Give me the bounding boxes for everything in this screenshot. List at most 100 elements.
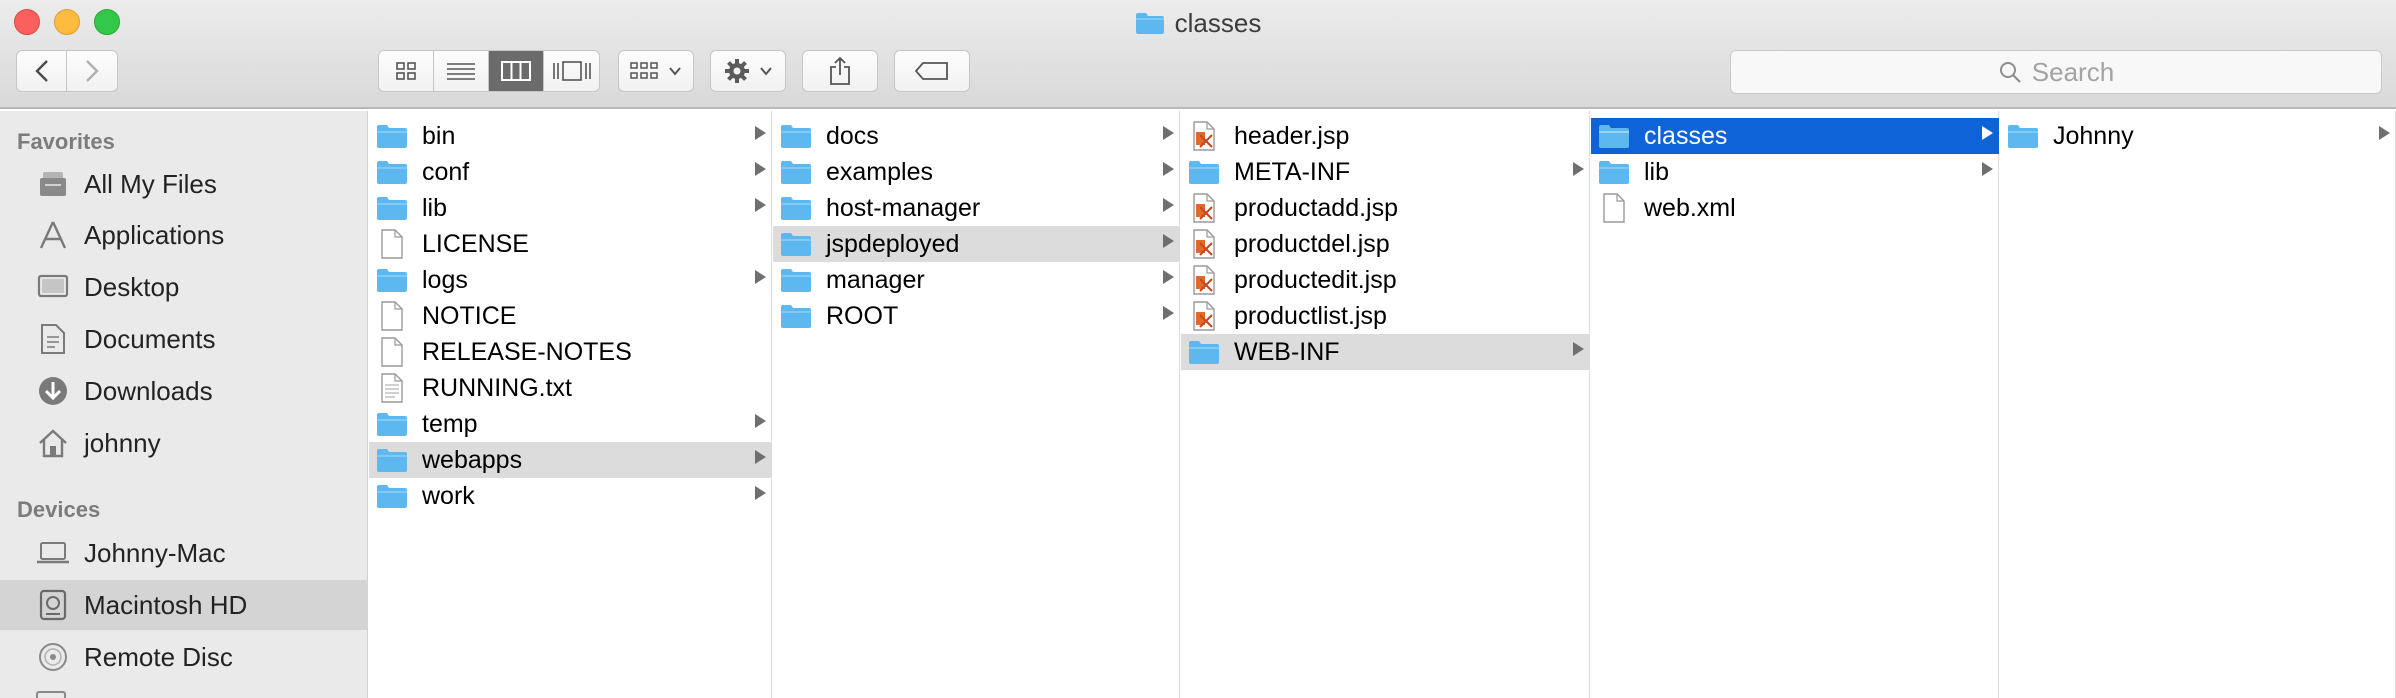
folder-icon <box>780 302 812 330</box>
share-icon <box>830 56 850 85</box>
document-icon <box>376 229 408 259</box>
folder-row[interactable]: docs <box>773 118 1180 154</box>
folder-icon <box>2007 122 2039 150</box>
folder-row[interactable]: ROOT <box>773 298 1180 334</box>
file-row[interactable]: web.xml <box>1591 190 1999 226</box>
sidebar-item-johnny-mac[interactable]: Johnny-Mac <box>0 528 368 578</box>
item-name: webapps <box>422 445 523 474</box>
file-row[interactable]: RELEASE-NOTES <box>369 334 772 370</box>
folder-row[interactable]: META-INF <box>1181 154 1590 190</box>
folder-row[interactable]: classes <box>1591 118 1999 154</box>
item-name: header.jsp <box>1234 121 1350 150</box>
sidebar-item-label: Macintosh HD <box>84 589 248 620</box>
folder-icon <box>1598 122 1630 150</box>
gear-icon <box>725 59 749 83</box>
tag-icon <box>914 62 948 80</box>
file-row[interactable]: productadd.jsp <box>1181 190 1590 226</box>
sidebar-item-desktop[interactable]: Desktop <box>0 262 368 312</box>
sidebar-item-macintosh-hd[interactable]: Macintosh HD <box>0 580 368 630</box>
folder-row[interactable]: manager <box>773 262 1180 298</box>
column-view-button[interactable] <box>489 51 544 91</box>
sidebar-item-label: Documents <box>84 323 216 354</box>
sidebar-partial-item <box>36 691 66 698</box>
sidebar-item-all-my-files[interactable]: All My Files <box>0 159 368 209</box>
item-name: temp <box>422 409 478 438</box>
file-row[interactable]: RUNNING.txt <box>369 370 772 406</box>
browser-column-5[interactable]: Johnny <box>2000 111 2396 698</box>
jsp-file-icon <box>1188 193 1220 223</box>
file-row[interactable]: header.jsp <box>1181 118 1590 154</box>
folder-row[interactable]: WEB-INF <box>1181 334 1590 370</box>
list-icon <box>447 63 475 80</box>
file-row[interactable]: productlist.jsp <box>1181 298 1590 334</box>
folder-row[interactable]: conf <box>369 154 772 190</box>
arrange-grid-icon <box>630 62 658 79</box>
item-name: RELEASE-NOTES <box>422 337 632 366</box>
item-name: conf <box>422 157 470 186</box>
arrange-menu-button[interactable] <box>618 50 694 92</box>
downloads-icon <box>36 374 70 408</box>
back-button[interactable] <box>17 51 67 91</box>
item-name: web.xml <box>1644 193 1736 222</box>
chevron-left-icon <box>34 60 48 82</box>
jsp-file-icon <box>1188 121 1220 151</box>
text-file-icon <box>376 373 408 403</box>
window-title-text: classes <box>1174 8 1262 38</box>
folder-row[interactable]: lib <box>369 190 772 226</box>
folder-row[interactable]: bin <box>369 118 772 154</box>
file-row[interactable]: LICENSE <box>369 226 772 262</box>
file-row[interactable]: NOTICE <box>369 298 772 334</box>
applications-icon <box>36 218 70 252</box>
cover-flow-icon <box>552 61 591 81</box>
item-name: logs <box>422 265 468 294</box>
sidebar-item-downloads[interactable]: Downloads <box>0 366 368 416</box>
browser-column-3[interactable]: header.jsp META-INF productadd.jsp productd… <box>1181 111 1590 698</box>
disclosure-arrow-icon <box>2379 126 2390 140</box>
folder-row[interactable]: work <box>369 478 772 514</box>
disclosure-arrow-icon <box>1163 270 1174 284</box>
item-name: work <box>422 481 475 510</box>
folder-row[interactable]: host-manager <box>773 190 1180 226</box>
item-name: lib <box>1644 157 1670 186</box>
folder-icon <box>1188 338 1220 366</box>
cover-flow-view-button[interactable] <box>544 51 599 91</box>
list-view-button[interactable] <box>434 51 489 91</box>
folder-icon <box>376 158 408 186</box>
search-field[interactable]: Search <box>1730 50 2382 94</box>
action-menu-button[interactable] <box>710 50 786 92</box>
item-name: Johnny <box>2053 121 2134 150</box>
jsp-file-icon <box>1188 301 1220 331</box>
disclosure-arrow-icon <box>1163 306 1174 320</box>
item-name: productadd.jsp <box>1234 193 1399 222</box>
file-row[interactable]: productdel.jsp <box>1181 226 1590 262</box>
desktop-icon <box>36 270 70 304</box>
sidebar-item-remote-disc[interactable]: Remote Disc <box>0 632 368 682</box>
sidebar-item-johnny[interactable]: johnny <box>0 418 368 468</box>
jsp-file-icon <box>1188 229 1220 259</box>
item-name: productdel.jsp <box>1234 229 1390 258</box>
item-name: host-manager <box>826 193 981 222</box>
browser-column-2[interactable]: docs examples host-manager jspdeployed manag… <box>773 111 1180 698</box>
share-button[interactable] <box>802 50 878 92</box>
folder-icon <box>376 410 408 438</box>
forward-button[interactable] <box>67 51 117 91</box>
sidebar-item-label: Applications <box>84 219 225 250</box>
folder-icon <box>376 446 408 474</box>
folder-row[interactable]: jspdeployed <box>773 226 1180 262</box>
file-row[interactable]: productedit.jsp <box>1181 262 1590 298</box>
sidebar-item-applications[interactable]: Applications <box>0 210 368 260</box>
folder-row[interactable]: Johnny <box>2000 118 2396 154</box>
jsp-file-icon <box>1188 265 1220 295</box>
browser-column-1[interactable]: bin conf lib LICENSE logs NOTICE RELEASE-NOTES… <box>369 111 772 698</box>
sidebar-item-documents[interactable]: Documents <box>0 314 368 364</box>
icon-view-button[interactable] <box>379 51 434 91</box>
edit-tags-button[interactable] <box>894 50 970 92</box>
folder-row[interactable]: examples <box>773 154 1180 190</box>
disclosure-arrow-icon <box>755 414 766 428</box>
folder-row[interactable]: lib <box>1591 154 1999 190</box>
folder-row[interactable]: temp <box>369 406 772 442</box>
folder-row[interactable]: webapps <box>369 442 772 478</box>
disclosure-arrow-icon <box>1163 198 1174 212</box>
browser-column-4[interactable]: classes lib web.xml <box>1591 111 1999 698</box>
folder-row[interactable]: logs <box>369 262 772 298</box>
